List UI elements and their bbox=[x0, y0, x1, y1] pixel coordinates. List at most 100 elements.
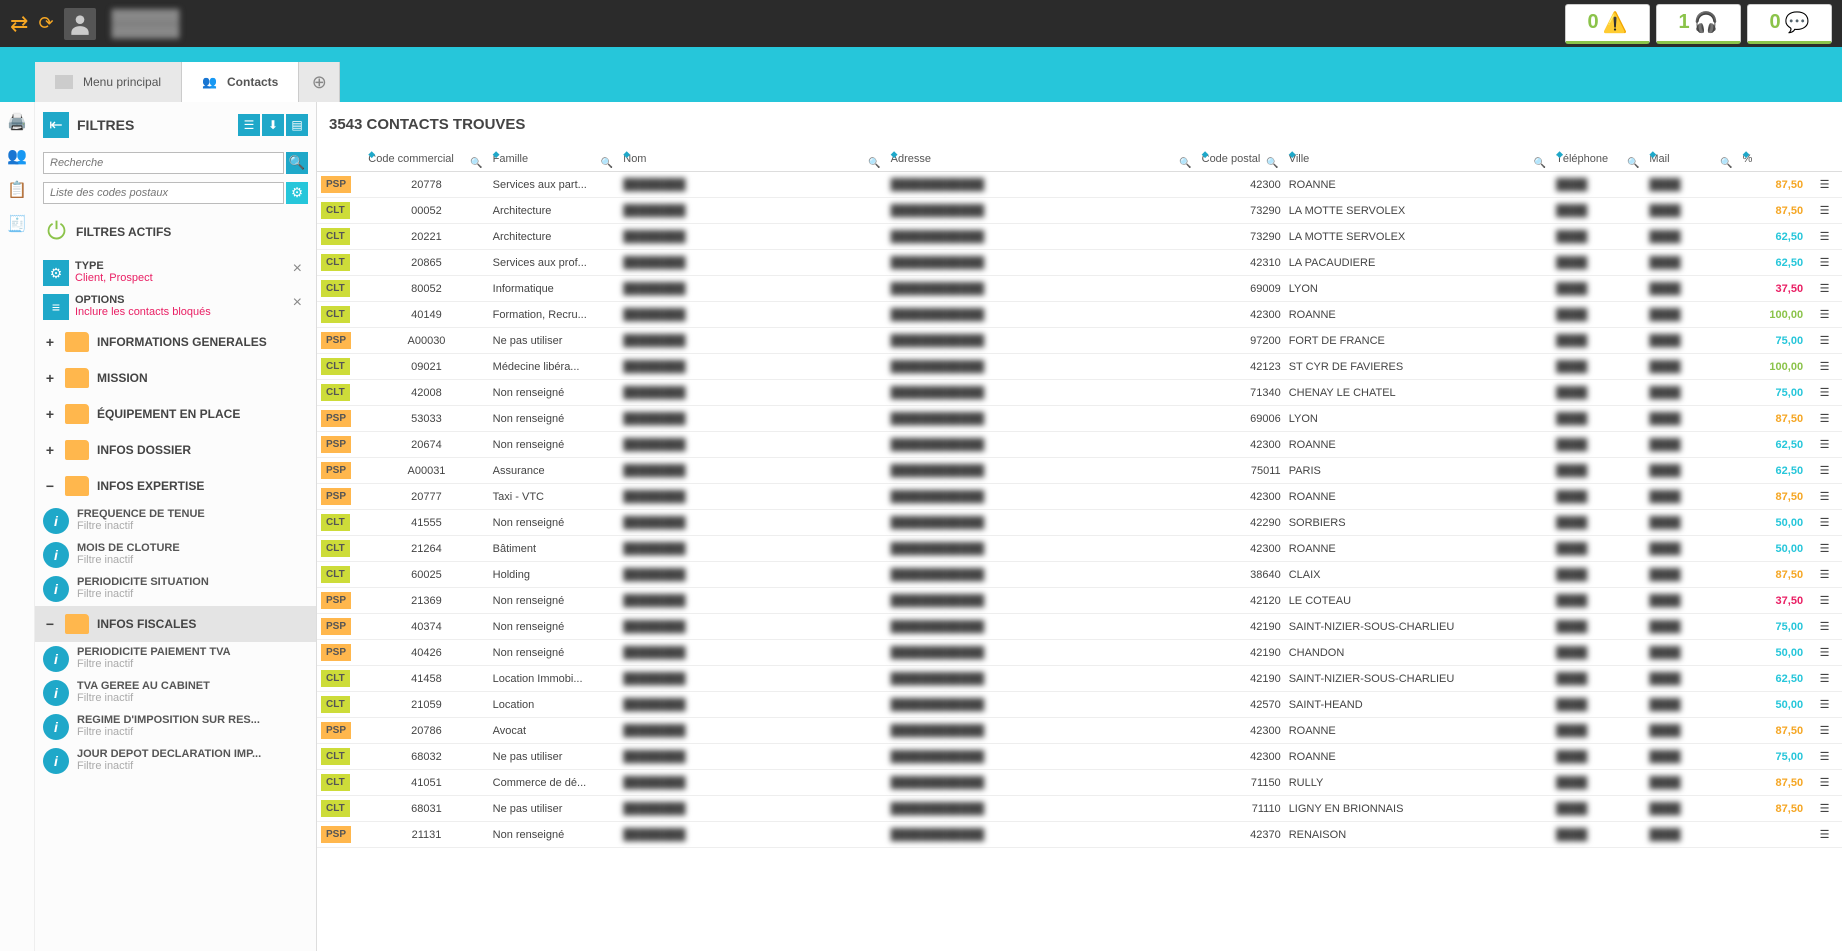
filter-action-tag-icon[interactable]: ▤ bbox=[286, 114, 308, 136]
column-header[interactable]: ◆Nom🔍 bbox=[619, 147, 886, 172]
column-header[interactable]: ◆Mail🔍 bbox=[1645, 147, 1738, 172]
column-header[interactable]: ◆Code postal🔍 bbox=[1198, 147, 1285, 172]
column-search-icon[interactable]: 🔍 bbox=[470, 158, 482, 169]
sort-icon[interactable]: ◆ bbox=[1743, 149, 1750, 160]
filter-action-download-icon[interactable]: ⬇ bbox=[262, 114, 284, 136]
column-search-icon[interactable]: 🔍 bbox=[601, 158, 613, 169]
filter-sub-item[interactable]: iFREQUENCE DE TENUEFiltre inactif bbox=[35, 504, 316, 538]
table-row[interactable]: CLT 20221 Architecture ████████ ████████… bbox=[317, 224, 1842, 250]
row-menu-icon[interactable]: ☰ bbox=[1807, 666, 1842, 692]
table-row[interactable]: CLT 41555 Non renseigné ████████ ███████… bbox=[317, 510, 1842, 536]
row-menu-icon[interactable]: ☰ bbox=[1807, 432, 1842, 458]
column-header[interactable]: ◆Famille🔍 bbox=[489, 147, 620, 172]
status-box[interactable]: 0💬 bbox=[1747, 4, 1832, 44]
column-header[interactable]: ◆% bbox=[1739, 147, 1807, 172]
status-box[interactable]: 0⚠️ bbox=[1565, 4, 1650, 44]
row-menu-icon[interactable]: ☰ bbox=[1807, 484, 1842, 510]
row-menu-icon[interactable]: ☰ bbox=[1807, 380, 1842, 406]
filter-sub-item[interactable]: iREGIME D'IMPOSITION SUR RES...Filtre in… bbox=[35, 710, 316, 744]
folder-toggle[interactable]: + bbox=[43, 406, 57, 422]
table-row[interactable]: CLT 20865 Services aux prof... ████████ … bbox=[317, 250, 1842, 276]
filter-sub-item[interactable]: iPERIODICITE PAIEMENT TVAFiltre inactif bbox=[35, 642, 316, 676]
table-row[interactable]: PSP 21131 Non renseigné ████████ ███████… bbox=[317, 822, 1842, 848]
table-row[interactable]: CLT 09021 Médecine libéra... ████████ ██… bbox=[317, 354, 1842, 380]
rail-icon-4[interactable]: 🧾 bbox=[7, 214, 27, 234]
row-menu-icon[interactable]: ☰ bbox=[1807, 224, 1842, 250]
table-row[interactable]: PSP 40426 Non renseigné ████████ ███████… bbox=[317, 640, 1842, 666]
rail-icon-3[interactable]: 📋 bbox=[7, 180, 27, 200]
tab-main-menu[interactable]: Menu principal bbox=[35, 62, 182, 102]
avatar[interactable] bbox=[64, 8, 96, 40]
rail-icon-1[interactable]: 🖨️ bbox=[7, 112, 27, 132]
row-menu-icon[interactable]: ☰ bbox=[1807, 276, 1842, 302]
row-menu-icon[interactable]: ☰ bbox=[1807, 822, 1842, 848]
table-row[interactable]: CLT 60025 Holding ████████ ████████████ … bbox=[317, 562, 1842, 588]
folder-row[interactable]: +ÉQUIPEMENT EN PLACE bbox=[35, 396, 316, 432]
table-row[interactable]: PSP 20778 Services aux part... ████████ … bbox=[317, 172, 1842, 198]
filter-sub-item[interactable]: iMOIS DE CLOTUREFiltre inactif bbox=[35, 538, 316, 572]
table-row[interactable]: CLT 68032 Ne pas utiliser ████████ █████… bbox=[317, 744, 1842, 770]
row-menu-icon[interactable]: ☰ bbox=[1807, 536, 1842, 562]
search-input[interactable] bbox=[43, 152, 284, 174]
row-menu-icon[interactable]: ☰ bbox=[1807, 770, 1842, 796]
sort-icon[interactable]: ◆ bbox=[493, 149, 500, 160]
folder-row[interactable]: +MISSION bbox=[35, 360, 316, 396]
row-menu-icon[interactable]: ☰ bbox=[1807, 302, 1842, 328]
sort-icon[interactable]: ◆ bbox=[1556, 149, 1563, 160]
table-row[interactable]: PSP A00031 Assurance ████████ ██████████… bbox=[317, 458, 1842, 484]
table-row[interactable]: CLT 80052 Informatique ████████ ████████… bbox=[317, 276, 1842, 302]
row-menu-icon[interactable]: ☰ bbox=[1807, 510, 1842, 536]
tab-contacts[interactable]: 👥 Contacts bbox=[182, 62, 299, 102]
sort-icon[interactable]: ◆ bbox=[891, 149, 898, 160]
column-search-icon[interactable]: 🔍 bbox=[1627, 158, 1639, 169]
sort-icon[interactable]: ◆ bbox=[623, 149, 630, 160]
table-row[interactable]: CLT 21264 Bâtiment ████████ ████████████… bbox=[317, 536, 1842, 562]
table-row[interactable]: CLT 00052 Architecture ████████ ████████… bbox=[317, 198, 1842, 224]
filter-sub-item[interactable]: iJOUR DEPOT DECLARATION IMP...Filtre ina… bbox=[35, 744, 316, 778]
row-menu-icon[interactable]: ☰ bbox=[1807, 328, 1842, 354]
table-row[interactable]: CLT 40149 Formation, Recru... ████████ █… bbox=[317, 302, 1842, 328]
row-menu-icon[interactable]: ☰ bbox=[1807, 458, 1842, 484]
folder-toggle[interactable]: + bbox=[43, 334, 57, 350]
row-menu-icon[interactable]: ☰ bbox=[1807, 614, 1842, 640]
folder-toggle[interactable]: + bbox=[43, 370, 57, 386]
close-icon[interactable]: × bbox=[287, 294, 308, 312]
close-icon[interactable]: × bbox=[287, 260, 308, 278]
tab-add[interactable]: ⊕ bbox=[299, 62, 340, 102]
row-menu-icon[interactable]: ☰ bbox=[1807, 198, 1842, 224]
column-header[interactable]: ◆Code commercial🔍 bbox=[364, 147, 488, 172]
table-row[interactable]: CLT 41051 Commerce de dé... ████████ ███… bbox=[317, 770, 1842, 796]
table-row[interactable]: CLT 21059 Location ████████ ████████████… bbox=[317, 692, 1842, 718]
row-menu-icon[interactable]: ☰ bbox=[1807, 354, 1842, 380]
column-search-icon[interactable]: 🔍 bbox=[1720, 158, 1732, 169]
folder-row[interactable]: +INFOS DOSSIER bbox=[35, 432, 316, 468]
column-search-icon[interactable]: 🔍 bbox=[1534, 158, 1546, 169]
rail-icon-2[interactable]: 👥 bbox=[7, 146, 27, 166]
column-header[interactable]: ◆Ville🔍 bbox=[1285, 147, 1552, 172]
row-menu-icon[interactable]: ☰ bbox=[1807, 692, 1842, 718]
refresh-icon[interactable]: ⟳ bbox=[38, 13, 53, 34]
table-row[interactable]: CLT 41458 Location Immobi... ████████ ██… bbox=[317, 666, 1842, 692]
sort-icon[interactable]: ◆ bbox=[1649, 149, 1656, 160]
table-row[interactable]: PSP A00030 Ne pas utiliser ████████ ████… bbox=[317, 328, 1842, 354]
postal-codes-input[interactable] bbox=[43, 182, 284, 204]
folder-toggle[interactable]: + bbox=[43, 442, 57, 458]
filter-sub-item[interactable]: iTVA GEREE AU CABINETFiltre inactif bbox=[35, 676, 316, 710]
postal-search-button[interactable]: ⚙ bbox=[286, 182, 308, 204]
row-menu-icon[interactable]: ☰ bbox=[1807, 718, 1842, 744]
column-search-icon[interactable]: 🔍 bbox=[1266, 158, 1278, 169]
row-menu-icon[interactable]: ☰ bbox=[1807, 406, 1842, 432]
table-row[interactable]: PSP 40374 Non renseigné ████████ ███████… bbox=[317, 614, 1842, 640]
table-row[interactable]: PSP 20786 Avocat ████████ ████████████ 4… bbox=[317, 718, 1842, 744]
collapse-icon[interactable]: ⇤ bbox=[43, 112, 69, 138]
status-box[interactable]: 1🎧 bbox=[1656, 4, 1741, 44]
search-button[interactable]: 🔍 bbox=[286, 152, 308, 174]
sort-icon[interactable]: ◆ bbox=[1289, 149, 1296, 160]
folder-row[interactable]: +INFORMATIONS GENERALES bbox=[35, 324, 316, 360]
table-row[interactable]: PSP 53033 Non renseigné ████████ ███████… bbox=[317, 406, 1842, 432]
filter-action-list-icon[interactable]: ☰ bbox=[238, 114, 260, 136]
row-menu-icon[interactable]: ☰ bbox=[1807, 250, 1842, 276]
table-row[interactable]: CLT 42008 Non renseigné ████████ ███████… bbox=[317, 380, 1842, 406]
table-row[interactable]: PSP 20777 Taxi - VTC ████████ ██████████… bbox=[317, 484, 1842, 510]
table-row[interactable]: PSP 21369 Non renseigné ████████ ███████… bbox=[317, 588, 1842, 614]
